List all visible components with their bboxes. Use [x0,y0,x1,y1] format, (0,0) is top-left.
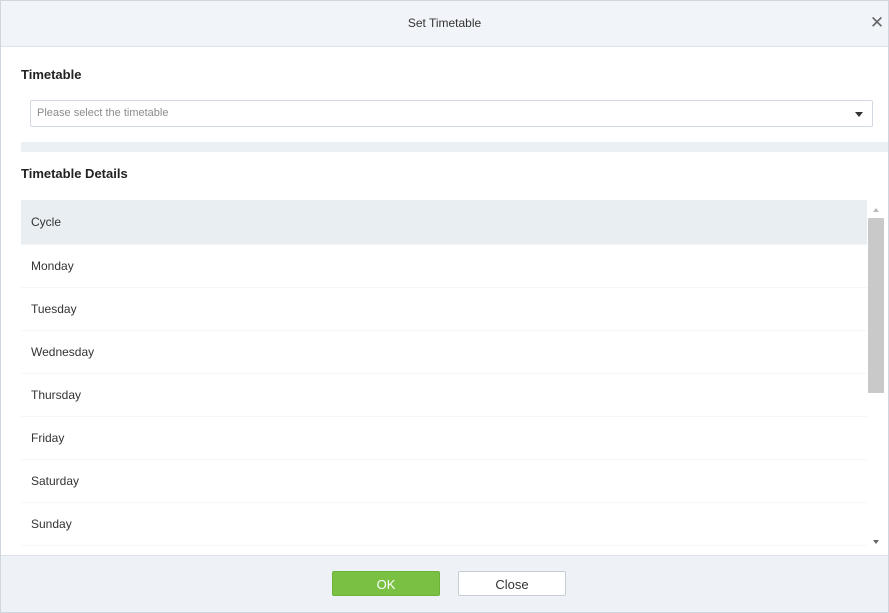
section-divider [21,142,888,152]
list-item-sunday[interactable]: Sunday [21,503,867,546]
chevron-down-icon[interactable] [855,112,863,117]
list-item-wednesday[interactable]: Wednesday [21,331,867,374]
timetable-details-label: Timetable Details [21,166,128,181]
timetable-details-list: Cycle Monday Tuesday Wednesday Thursday … [21,200,867,552]
close-button[interactable]: Close [458,571,566,596]
timetable-select-placeholder: Please select the timetable [37,107,169,119]
list-item-friday[interactable]: Friday [21,417,867,460]
list-item-tuesday[interactable]: Tuesday [21,288,867,331]
dialog-titlebar: Set Timetable ✕ [1,1,888,47]
ok-button[interactable]: OK [332,571,440,596]
dialog-title: Set Timetable [407,16,482,30]
scroll-down-icon[interactable] [873,540,879,544]
list-item-monday[interactable]: Monday [21,245,867,288]
scroll-thumb[interactable] [868,218,884,393]
scroll-up-icon[interactable] [873,208,879,212]
close-icon[interactable]: ✕ [868,14,886,32]
list-item-thursday[interactable]: Thursday [21,374,867,417]
list-item-cycle[interactable]: Cycle [21,200,867,245]
list-item-saturday[interactable]: Saturday [21,460,867,503]
set-timetable-dialog: Set Timetable ✕ Timetable Please select … [0,0,889,613]
timetable-section-label: Timetable [21,67,82,82]
dialog-footer: OK Close [1,555,888,612]
timetable-select[interactable]: Please select the timetable [30,100,873,127]
details-scrollbar[interactable] [867,200,885,552]
